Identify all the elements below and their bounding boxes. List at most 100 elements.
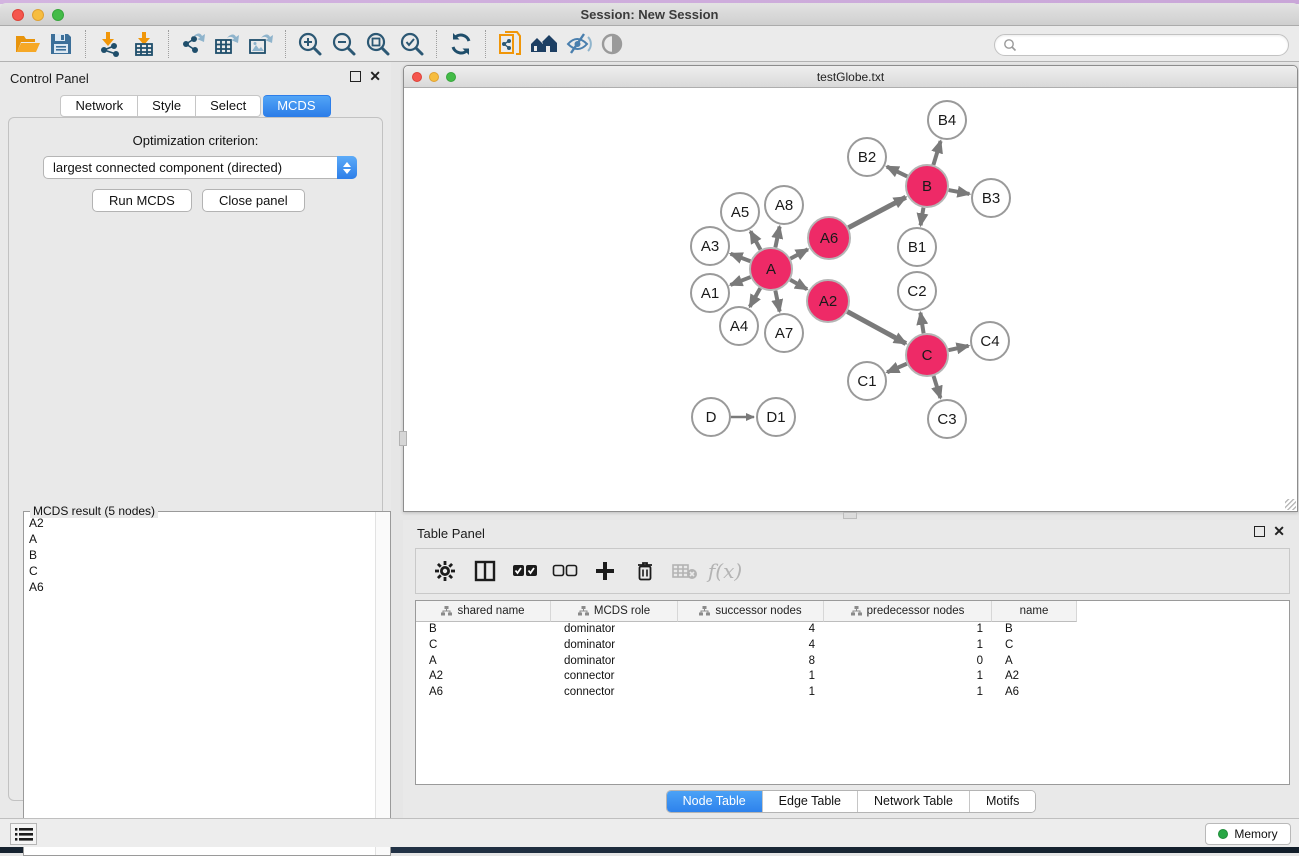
zoom-network-button[interactable] xyxy=(446,72,456,82)
network-canvas[interactable]: B4B2BB3A5A8A6A3B1AC2A1A2A4A7C4CC1DD1C3 xyxy=(404,88,1297,511)
import-network-icon[interactable] xyxy=(93,30,127,58)
close-panel-icon[interactable]: ✕ xyxy=(369,71,381,82)
table-cell[interactable]: 1 xyxy=(824,638,992,654)
minimize-network-button[interactable] xyxy=(429,72,439,82)
graph-edge-A2-C[interactable] xyxy=(847,312,906,344)
table-cell[interactable]: 8 xyxy=(678,654,824,670)
tab-network-table[interactable]: Network Table xyxy=(857,791,969,812)
column-header-shared-name[interactable]: shared name xyxy=(416,601,551,622)
table-row[interactable]: Bdominator41B xyxy=(416,622,1289,638)
table-cell[interactable]: 1 xyxy=(824,622,992,638)
delete-table-icon[interactable] xyxy=(670,556,700,586)
graph-edge-C-C1[interactable] xyxy=(887,364,907,373)
table-row[interactable]: A6connector11A6 xyxy=(416,685,1289,701)
horizontal-splitter-handle[interactable] xyxy=(843,512,857,519)
result-item[interactable]: A6 xyxy=(25,579,374,595)
close-panel-button[interactable]: Close panel xyxy=(202,189,305,212)
column-header-mcds-role[interactable]: MCDS role xyxy=(551,601,678,622)
graph-edge-A-A5[interactable] xyxy=(751,231,761,249)
memory-button[interactable]: Memory xyxy=(1205,823,1291,845)
zoom-window-button[interactable] xyxy=(52,9,64,21)
refresh-layout-icon[interactable] xyxy=(444,30,478,58)
tab-motifs[interactable]: Motifs xyxy=(969,791,1035,812)
table-cell[interactable]: A6 xyxy=(992,685,1077,701)
unselect-all-columns-icon[interactable] xyxy=(550,556,580,586)
criterion-dropdown[interactable]: largest connected component (directed) xyxy=(43,156,357,179)
result-scrollbar[interactable] xyxy=(375,512,390,855)
table-cell[interactable]: dominator xyxy=(551,622,678,638)
show-all-networks-icon[interactable] xyxy=(527,30,561,58)
network-window-titlebar[interactable]: testGlobe.txt xyxy=(404,66,1297,88)
close-window-button[interactable] xyxy=(12,9,24,21)
select-all-columns-icon[interactable] xyxy=(510,556,540,586)
minimize-window-button[interactable] xyxy=(32,9,44,21)
tab-select[interactable]: Select xyxy=(196,95,261,117)
table-cell[interactable]: C xyxy=(992,638,1077,654)
tab-node-table[interactable]: Node Table xyxy=(667,791,762,812)
graph-edge-B-B1[interactable] xyxy=(921,208,924,226)
table-cell[interactable]: 1 xyxy=(678,685,824,701)
table-cell[interactable]: C xyxy=(416,638,551,654)
graph-edge-B-B4[interactable] xyxy=(933,141,940,165)
graph-edge-A-A7[interactable] xyxy=(775,291,779,312)
graph-edge-C-C3[interactable] xyxy=(934,376,941,398)
table-cell[interactable]: dominator xyxy=(551,654,678,670)
run-mcds-button[interactable]: Run MCDS xyxy=(92,189,192,212)
search-input[interactable] xyxy=(1017,36,1288,54)
settings-gear-icon[interactable] xyxy=(430,556,460,586)
open-session-icon[interactable] xyxy=(10,30,44,58)
table-cell[interactable]: connector xyxy=(551,685,678,701)
search-box[interactable] xyxy=(994,34,1289,56)
table-cell[interactable]: 0 xyxy=(824,654,992,670)
float-panel-icon[interactable] xyxy=(1254,526,1265,537)
graph-edge-A-A1[interactable] xyxy=(730,277,750,285)
table-row[interactable]: Cdominator41C xyxy=(416,638,1289,654)
column-header-predecessor-nodes[interactable]: predecessor nodes xyxy=(824,601,992,622)
table-cell[interactable]: 1 xyxy=(824,669,992,685)
table-cell[interactable]: A xyxy=(992,654,1077,670)
graph-edge-A6-B[interactable] xyxy=(848,197,905,227)
result-item[interactable]: C xyxy=(25,563,374,579)
zoom-fit-icon[interactable] xyxy=(361,30,395,58)
table-row[interactable]: Adominator80A xyxy=(416,654,1289,670)
tab-edge-table[interactable]: Edge Table xyxy=(762,791,857,812)
graph-edge-A-A8[interactable] xyxy=(775,227,779,248)
table-cell[interactable]: A xyxy=(416,654,551,670)
table-cell[interactable]: A2 xyxy=(992,669,1077,685)
tab-mcds[interactable]: MCDS xyxy=(263,95,330,117)
graph-edge-A-A2[interactable] xyxy=(790,280,807,289)
add-column-icon[interactable] xyxy=(590,556,620,586)
graph-edge-A-A6[interactable] xyxy=(790,249,807,258)
table-cell[interactable]: dominator xyxy=(551,638,678,654)
graph-edge-B-B3[interactable] xyxy=(949,190,970,194)
float-panel-icon[interactable] xyxy=(350,71,361,82)
save-session-icon[interactable] xyxy=(44,30,78,58)
table-cell[interactable]: B xyxy=(416,622,551,638)
graph-edge-A-A3[interactable] xyxy=(731,254,751,261)
import-table-icon[interactable] xyxy=(127,30,161,58)
table-cell[interactable]: B xyxy=(992,622,1077,638)
graph-edge-A-A4[interactable] xyxy=(750,288,760,307)
table-cell[interactable]: A6 xyxy=(416,685,551,701)
zoom-selected-icon[interactable] xyxy=(395,30,429,58)
graph-edge-C-C2[interactable] xyxy=(920,313,923,334)
column-header-name[interactable]: name xyxy=(992,601,1077,622)
export-network-icon[interactable] xyxy=(176,30,210,58)
clone-network-icon[interactable] xyxy=(493,30,527,58)
node-table[interactable]: shared name MCDS role successor nodes pr… xyxy=(415,600,1290,785)
graph-edge-C-C4[interactable] xyxy=(948,346,968,350)
tab-network[interactable]: Network xyxy=(60,95,138,117)
graph-edge-B-B2[interactable] xyxy=(887,167,907,177)
zoom-in-icon[interactable] xyxy=(293,30,327,58)
table-cell[interactable]: 1 xyxy=(678,669,824,685)
result-item[interactable]: B xyxy=(25,547,374,563)
result-item[interactable]: A2 xyxy=(25,515,374,531)
close-panel-icon[interactable]: ✕ xyxy=(1273,526,1285,537)
window-resize-grip[interactable] xyxy=(1285,499,1296,510)
export-image-icon[interactable] xyxy=(244,30,278,58)
mcds-result-list[interactable]: A2 A B C A6 xyxy=(25,515,374,854)
delete-column-icon[interactable] xyxy=(630,556,660,586)
table-cell[interactable]: connector xyxy=(551,669,678,685)
table-cell[interactable]: 1 xyxy=(824,685,992,701)
task-history-button[interactable] xyxy=(10,823,37,845)
